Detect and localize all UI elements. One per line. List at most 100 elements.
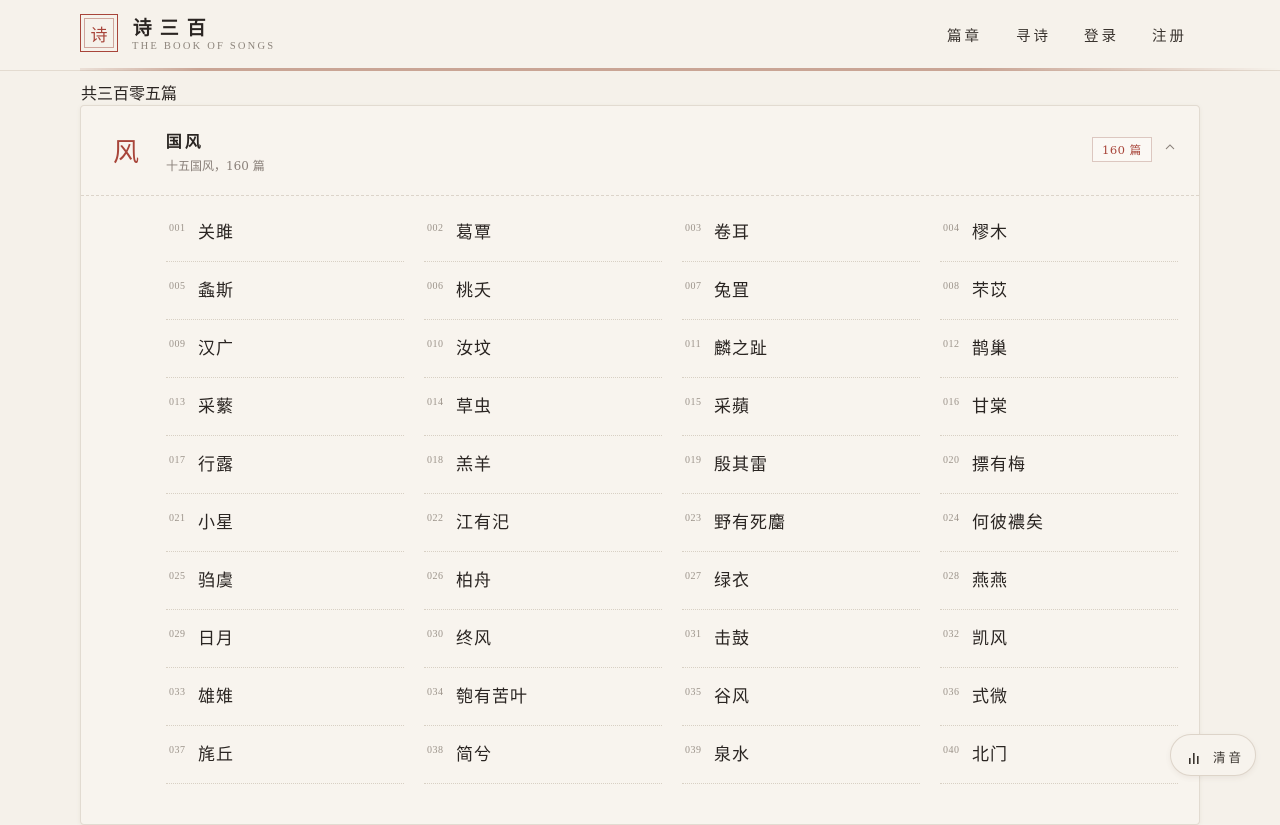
poem-number: 023 [685, 513, 702, 524]
poem-number: 028 [943, 571, 960, 582]
poem-title: 终风 [456, 629, 492, 649]
ambient-audio-button[interactable]: 清音 [1170, 734, 1256, 776]
poem-item[interactable]: 030 终风 [424, 610, 662, 668]
poem-title: 羔羊 [456, 455, 492, 475]
poem-title: 何彼襛矣 [972, 513, 1044, 533]
poem-title: 麟之趾 [714, 339, 768, 359]
poem-item[interactable]: 006 桃夭 [424, 262, 662, 320]
poem-item[interactable]: 025 驺虞 [166, 552, 404, 610]
poem-number: 004 [943, 223, 960, 234]
poem-item[interactable]: 023 野有死麕 [682, 494, 920, 552]
poem-title: 殷其雷 [714, 455, 768, 475]
poem-item[interactable]: 005 螽斯 [166, 262, 404, 320]
poem-number: 024 [943, 513, 960, 524]
poem-number: 020 [943, 455, 960, 466]
poem-item[interactable]: 026 柏舟 [424, 552, 662, 610]
section-count-badge: 160 篇 [1092, 137, 1152, 162]
poem-title: 江有汜 [456, 513, 510, 533]
poem-item[interactable]: 012 鹊巢 [940, 320, 1178, 378]
poem-item[interactable]: 018 羔羊 [424, 436, 662, 494]
audio-label: 清音 [1213, 750, 1245, 765]
poem-item[interactable]: 017 行露 [166, 436, 404, 494]
poem-item[interactable]: 014 草虫 [424, 378, 662, 436]
poem-number: 011 [685, 339, 702, 350]
poem-title: 小星 [198, 513, 234, 533]
poem-title: 旄丘 [198, 745, 234, 765]
poem-item[interactable]: 035 谷风 [682, 668, 920, 726]
poem-number: 038 [427, 745, 444, 756]
poem-item[interactable]: 011 麟之趾 [682, 320, 920, 378]
poem-item[interactable]: 009 汉广 [166, 320, 404, 378]
poem-item[interactable]: 036 式微 [940, 668, 1178, 726]
nav-login[interactable]: 登录 [1084, 25, 1119, 46]
poem-title: 泉水 [714, 745, 750, 765]
poem-item[interactable]: 029 日月 [166, 610, 404, 668]
main-nav: 篇章 寻诗 登录 注册 [0, 25, 1280, 45]
poem-title: 击鼓 [714, 629, 750, 649]
poem-title: 汉广 [198, 339, 234, 359]
poem-item[interactable]: 024 何彼襛矣 [940, 494, 1178, 552]
poem-number: 008 [943, 281, 960, 292]
poem-item[interactable]: 037 旄丘 [166, 726, 404, 784]
poem-item[interactable]: 020 摽有梅 [940, 436, 1178, 494]
poem-title: 甘棠 [972, 397, 1008, 417]
poem-title: 草虫 [456, 397, 492, 417]
poem-title: 桃夭 [456, 281, 492, 301]
poem-number: 035 [685, 687, 702, 698]
poem-item[interactable]: 033 雄雉 [166, 668, 404, 726]
poem-item[interactable]: 002 葛覃 [424, 204, 662, 262]
nav-register[interactable]: 注册 [1152, 25, 1187, 46]
poem-number: 036 [943, 687, 960, 698]
section-collapse-toggle[interactable] [1161, 138, 1179, 156]
poem-number: 032 [943, 629, 960, 640]
total-count: 共三百零五篇 [81, 84, 178, 103]
poem-item[interactable]: 001 关雎 [166, 204, 404, 262]
audio-bars-icon [1189, 753, 1199, 764]
poem-title: 式微 [972, 687, 1008, 707]
nav-chapters[interactable]: 篇章 [947, 25, 982, 46]
poem-item[interactable]: 032 凯风 [940, 610, 1178, 668]
poem-item[interactable]: 010 汝坟 [424, 320, 662, 378]
poem-item[interactable]: 038 简兮 [424, 726, 662, 784]
poem-item[interactable]: 028 燕燕 [940, 552, 1178, 610]
section-title[interactable]: 国风 [166, 128, 204, 152]
poem-item[interactable]: 003 卷耳 [682, 204, 920, 262]
poem-title: 行露 [198, 455, 234, 475]
chevron-up-icon [1165, 144, 1175, 150]
poem-title: 驺虞 [198, 571, 234, 591]
poem-number: 025 [169, 571, 186, 582]
poem-item[interactable]: 039 泉水 [682, 726, 920, 784]
poem-number: 014 [427, 397, 444, 408]
poem-number: 031 [685, 629, 702, 640]
poem-number: 029 [169, 629, 186, 640]
poem-item[interactable]: 021 小星 [166, 494, 404, 552]
poem-item[interactable]: 015 采蘋 [682, 378, 920, 436]
poem-title: 简兮 [456, 745, 492, 765]
poem-number: 030 [427, 629, 444, 640]
poem-number: 019 [685, 455, 702, 466]
poem-title: 匏有苦叶 [456, 687, 528, 707]
poem-number: 012 [943, 339, 960, 350]
poem-item[interactable]: 007 兔罝 [682, 262, 920, 320]
poem-item[interactable]: 016 甘棠 [940, 378, 1178, 436]
poem-title: 卷耳 [714, 223, 750, 243]
poem-item[interactable]: 031 击鼓 [682, 610, 920, 668]
poem-item[interactable]: 008 芣苡 [940, 262, 1178, 320]
poem-item[interactable]: 019 殷其雷 [682, 436, 920, 494]
poem-item[interactable]: 034 匏有苦叶 [424, 668, 662, 726]
poem-item[interactable]: 022 江有汜 [424, 494, 662, 552]
poem-title: 凯风 [972, 629, 1008, 649]
poem-item[interactable]: 013 采蘩 [166, 378, 404, 436]
poem-item[interactable]: 004 樛木 [940, 204, 1178, 262]
poem-title: 芣苡 [972, 281, 1008, 301]
poem-title: 柏舟 [456, 571, 492, 591]
poem-number: 040 [943, 745, 960, 756]
poem-item[interactable]: 027 绿衣 [682, 552, 920, 610]
nav-search[interactable]: 寻诗 [1016, 25, 1051, 46]
poem-item[interactable]: 040 北门 [940, 726, 1178, 784]
poem-number: 001 [169, 223, 186, 234]
section-card-guofeng: 风 国风 十五国风，160 篇 160 篇 001 关雎 002 葛覃 003 卷耳 004… [80, 105, 1200, 825]
poem-title: 雄雉 [198, 687, 234, 707]
site-header: 诗 诗三百 THE BOOK OF SONGS 篇章 寻诗 登录 注册 [0, 0, 1280, 71]
poem-title: 绿衣 [714, 571, 750, 591]
